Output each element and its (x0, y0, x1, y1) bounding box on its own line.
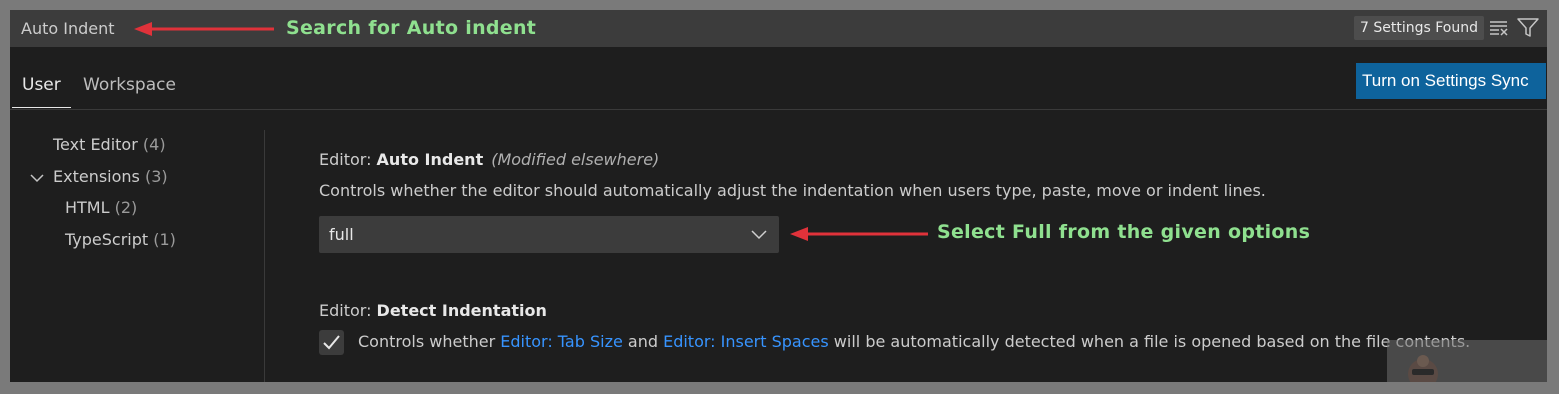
toc-item-count: (2) (114, 198, 138, 217)
tab-size-link[interactable]: Editor: Tab Size (500, 332, 623, 351)
annotation-arrow-search (134, 22, 274, 36)
settings-toc: Text Editor (4) Extensions (3) HTML (2) … (10, 130, 265, 382)
setting-auto-indent-description: Controls whether the editor should autom… (319, 181, 1266, 200)
toc-item-html[interactable]: HTML (2) (65, 198, 137, 217)
settings-editor: Auto Indent 7 Settings Found Search for … (10, 10, 1547, 382)
annotation-select-note: Select Full from the given options (937, 221, 1311, 243)
toc-item-text-editor[interactable]: Text Editor (4) (53, 135, 166, 154)
toc-item-count: (4) (142, 135, 166, 154)
check-icon (323, 335, 340, 350)
desc-text: Controls whether (358, 332, 501, 351)
setting-detect-indentation-description: Controls whether Editor: Tab Size and Ed… (358, 332, 1470, 351)
toc-item-count: (3) (144, 167, 168, 186)
toc-item-count: (1) (153, 230, 176, 249)
modified-indicator[interactable]: (Modified elsewhere) (491, 150, 659, 169)
toc-item-label: Extensions (53, 167, 140, 186)
setting-name: Detect Indentation (376, 301, 547, 320)
desc-text: and (622, 332, 664, 351)
detect-indentation-checkbox[interactable] (319, 330, 344, 355)
turn-on-settings-sync-button[interactable]: Turn on Settings Sync (1356, 63, 1546, 99)
chevron-down-icon (751, 230, 767, 240)
insert-spaces-link[interactable]: Editor: Insert Spaces (663, 332, 829, 351)
setting-category: Editor: (319, 301, 377, 320)
setting-auto-indent-title: Editor: Auto Indent (Modified elsewhere) (319, 150, 659, 169)
setting-category: Editor: (319, 150, 377, 169)
toc-item-label: TypeScript (65, 230, 149, 249)
clear-filter-icon[interactable] (1489, 19, 1509, 37)
setting-detect-indentation-title: Editor: Detect Indentation (319, 301, 547, 320)
annotation-arrow-select (790, 227, 928, 241)
toc-item-label: Text Editor (53, 135, 138, 154)
settings-found-badge: 7 Settings Found (1354, 16, 1484, 40)
setting-name: Auto Indent (376, 150, 484, 169)
chevron-down-icon[interactable] (30, 173, 44, 183)
desc-text: will be automatically detected when a fi… (828, 332, 1471, 351)
toc-item-label: HTML (65, 198, 110, 217)
watermark-logo-icon (1408, 355, 1438, 382)
annotation-search-note: Search for Auto indent (286, 17, 537, 39)
toc-item-typescript[interactable]: TypeScript (1) (65, 230, 176, 249)
tab-user[interactable]: User (22, 75, 61, 95)
toc-item-extensions[interactable]: Extensions (3) (53, 167, 168, 186)
active-tab-indicator (12, 107, 71, 108)
tab-workspace[interactable]: Workspace (83, 75, 176, 95)
search-input[interactable]: Auto Indent (21, 19, 115, 38)
settings-scope-tabs: User Workspace Turn on Settings Sync (10, 47, 1547, 110)
filter-icon[interactable] (1517, 18, 1539, 38)
auto-indent-select[interactable]: full (319, 216, 779, 253)
select-value: full (329, 225, 354, 244)
